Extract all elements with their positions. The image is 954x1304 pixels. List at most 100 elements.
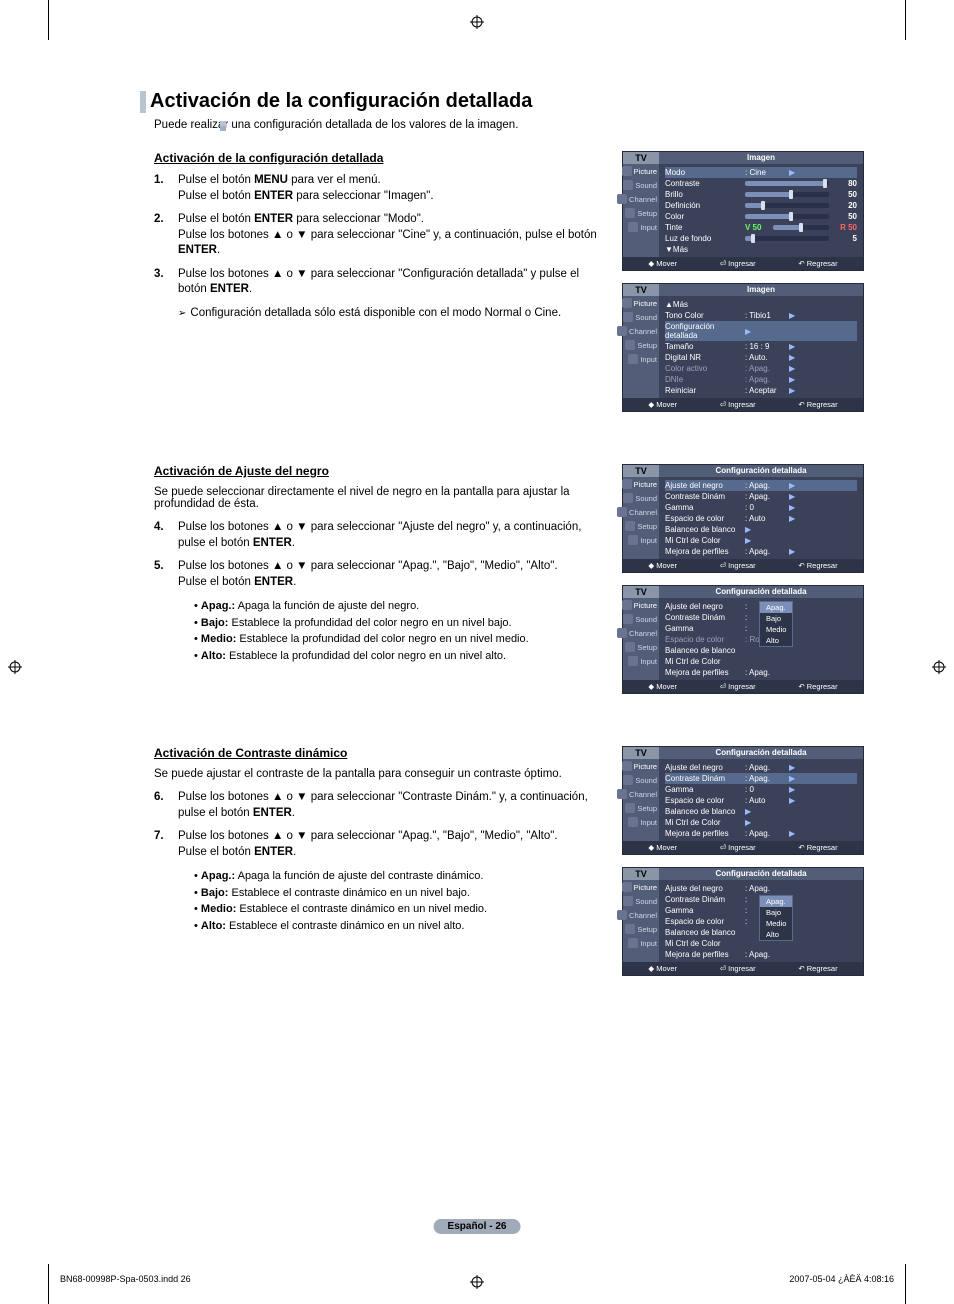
osd-slider [745,181,829,186]
osd-row-value: : Apag. [745,774,785,783]
step-number: 2. [154,212,178,259]
osd-hint-move: ◆ Mover [648,964,677,973]
section-intro: Se puede ajustar el contraste de la pant… [154,768,602,780]
osd-row: Ajuste del negro: Apag.▶ [665,480,857,491]
section-heading: Activación de Ajuste del negro [154,464,602,478]
osd-row-label: DNIe [665,375,741,384]
definition-item: • Alto: Establece el contraste dinámico … [194,918,602,935]
osd-side-item: Input [623,654,659,668]
osd-side-item: Setup [623,338,659,352]
osd-side-item: Setup [623,922,659,936]
osd-row-label: ▼Más [665,245,741,254]
osd-config-detallada-2: TVConfiguración detalladaPictureSoundCha… [622,585,864,694]
osd-row: Definición20 [665,200,857,211]
step-text: Pulse los botones ▲ o ▼ para seleccionar… [178,790,602,821]
osd-side-item: Input [623,533,659,547]
osd-row: Mejora de perfiles : Apag. [665,667,857,678]
osd-row-number: 80 [833,179,857,188]
osd-popup-option: Alto [760,635,792,646]
osd-tv-tab: TV [623,152,659,164]
osd-side-item: Setup [623,206,659,220]
osd-row-value: : Cine [745,168,785,177]
footer-timestamp: 2007-05-04 ¿ÀÈÄ 4:08:16 [789,1274,894,1284]
osd-hint-enter: ⏎ Ingresar [720,964,756,973]
osd-row-label: Espacio de color [665,917,741,926]
osd-side-item: Setup [623,801,659,815]
osd-footer: ◆ Mover⏎ Ingresar↶ Regresar [623,680,863,693]
osd-row-value: : Apag. [745,668,785,677]
definition-item: • Apag.: Apaga la función de ajuste del … [194,868,602,885]
osd-row: Configuración detallada▶ [665,321,857,341]
step-item: 3.Pulse los botones ▲ o ▼ para seleccion… [154,267,602,298]
osd-config-detallada-1: TVConfiguración detalladaPictureSoundCha… [622,464,864,573]
definition-item: • Bajo: Establece el contraste dinámico … [194,885,602,902]
osd-row-label: Mejora de perfiles [665,668,741,677]
osd-side-item: Setup [623,519,659,533]
osd-tint-left: V 50 [745,223,769,232]
osd-row: Gamma: 0▶ [665,784,857,795]
osd-arrow-icon: ▶ [745,525,751,534]
osd-row: ▲Más [665,299,857,310]
osd-row-value: : Apag. [745,481,785,490]
osd-arrow-icon: ▶ [789,503,795,512]
osd-row-label: Mi Ctrl de Color [665,657,741,666]
osd-row: Modo: Cine▶ [665,167,857,178]
print-footer: BN68-00998P-Spa-0503.indd 26 2007-05-04 … [60,1274,894,1284]
note: ➢ Configuración detallada sólo está disp… [178,306,602,322]
osd-side-item: Picture [623,598,659,612]
osd-tv-tab: TV [623,586,659,598]
osd-footer: ◆ Mover⏎ Ingresar↶ Regresar [623,257,863,270]
osd-row: Mejora de perfiles: Apag.▶ [665,546,857,557]
osd-slider [745,203,829,208]
definition-desc: Establece el contraste dinámico en un ni… [236,903,487,915]
osd-footer: ◆ Mover⏎ Ingresar↶ Regresar [623,841,863,854]
osd-slider [745,214,829,219]
osd-row-value: : Apag. [745,884,785,893]
osd-row-number: 50 [833,190,857,199]
section-1: Activación de la configuración detallada… [140,151,864,424]
osd-side-icon [617,507,627,517]
step-text: Pulse los botones ▲ o ▼ para seleccionar… [178,559,602,590]
osd-side-item: Input [623,220,659,234]
note-icon: ➢ [178,306,186,322]
osd-hint-return: ↶ Regresar [798,561,837,570]
section-heading: Activación de Contraste dinámico [154,746,602,760]
osd-config-detallada-4: TVConfiguración detalladaPictureSoundCha… [622,867,864,976]
osd-row-label: Balanceo de blanco [665,807,741,816]
osd-side-item: Channel [623,626,659,640]
osd-slider [745,192,829,197]
osd-arrow-icon: ▶ [745,807,751,816]
step-text: Pulse los botones ▲ o ▼ para seleccionar… [178,520,602,551]
osd-row: Mi Ctrl de Color [665,656,857,667]
osd-side-item: Input [623,815,659,829]
registration-mark-left [8,660,22,674]
step-text: Pulse los botones ▲ o ▼ para seleccionar… [178,267,602,298]
osd-row: Contraste Dinám: Apag.▶ [665,773,857,784]
section-3: Activación de Contraste dinámico Se pued… [140,746,864,988]
osd-row: Balanceo de blanco▶ [665,524,857,535]
osd-side-icon [622,166,632,176]
osd-row-label: Espacio de color [665,635,741,644]
step-number: 6. [154,790,178,821]
osd-side-item: Input [623,936,659,950]
step-number: 7. [154,829,178,860]
osd-side-icon [628,938,638,948]
osd-hint-return: ↶ Regresar [798,682,837,691]
osd-row-number: 5 [833,234,857,243]
osd-row-label: Tamaño [665,342,741,351]
osd-row: Gamma: 0▶ [665,502,857,513]
osd-side-item: Channel [623,505,659,519]
osd-side-item: Picture [623,164,659,178]
osd-row-label: Contraste Dinám [665,492,741,501]
osd-arrow-icon: ▶ [789,492,795,501]
osd-row-value: : Apag. [745,950,785,959]
osd-side-icon [625,924,635,934]
osd-row-label: Mi Ctrl de Color [665,939,741,948]
osd-side-icon [617,326,627,336]
osd-sidebar: PictureSoundChannelSetupInput [623,598,659,680]
crop-mark [48,1264,49,1304]
osd-row-value: : 0 [745,503,785,512]
step-list: 1.Pulse el botón MENU para ver el menú.P… [154,173,602,298]
osd-row-label: Modo [665,168,741,177]
osd-row: Ajuste del negro: Apag.▶ [665,762,857,773]
